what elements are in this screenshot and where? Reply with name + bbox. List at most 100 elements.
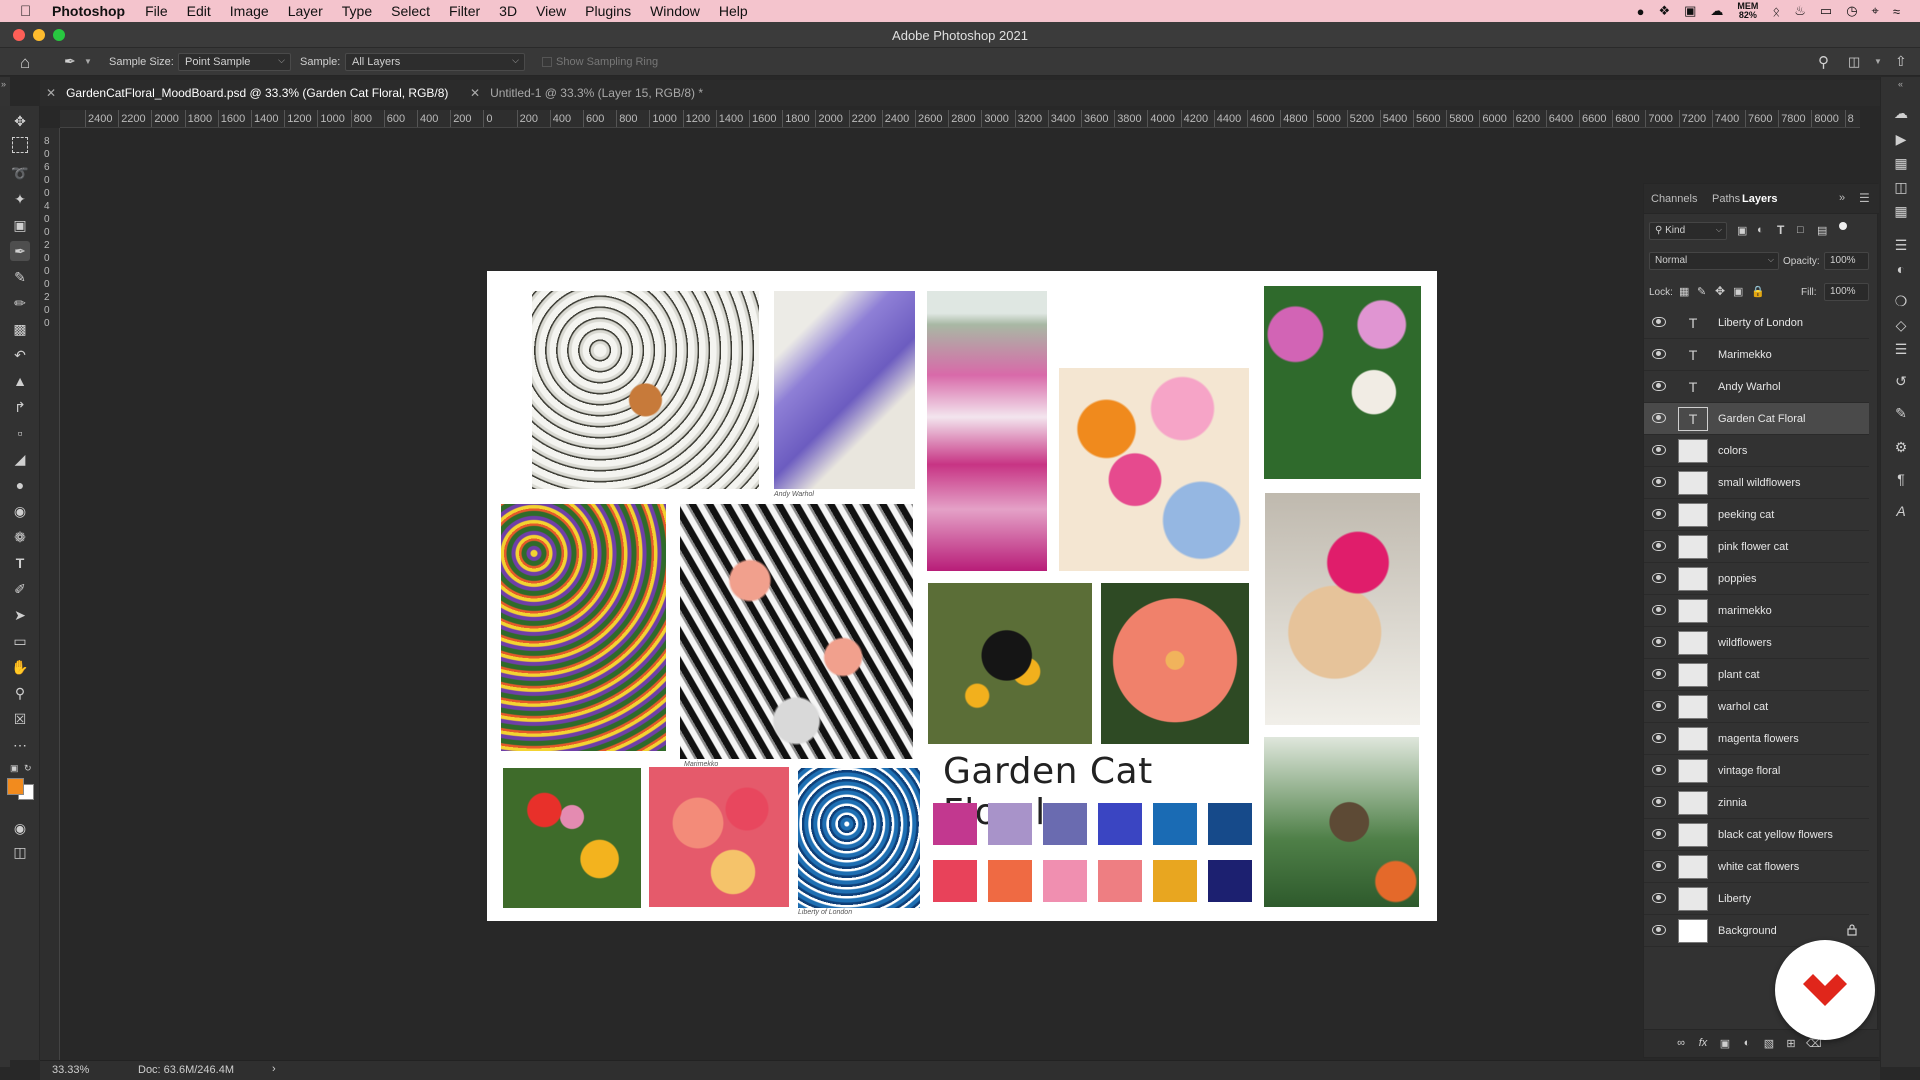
sampling-ring-checkbox[interactable] [542, 57, 552, 67]
actions-play-icon[interactable]: ▶ [1891, 129, 1911, 149]
visibility-eye-icon[interactable] [1652, 477, 1666, 487]
zoom-tool-icon[interactable]: ⚲ [10, 683, 30, 703]
fx-icon[interactable]: fx [1696, 1037, 1710, 1051]
character-icon[interactable]: A [1891, 501, 1911, 521]
wifi-icon[interactable]: ≈ [1893, 4, 1900, 19]
display-icon[interactable]: ▣ [1684, 3, 1696, 19]
sponge-tool-icon[interactable]: ❁ [10, 527, 30, 547]
lock-pixels-icon[interactable]: ✎ [1697, 285, 1706, 298]
patterns-icon[interactable]: ▦ [1891, 201, 1911, 221]
close-tab-icon[interactable]: ✕ [470, 86, 480, 100]
layer-row[interactable]: peeking cat [1644, 499, 1869, 531]
move-tool-icon[interactable]: ✥ [10, 111, 30, 131]
tab-untitled[interactable]: ✕ Untitled-1 @ 33.3% (Layer 15, RGB/8) * [470, 80, 703, 106]
menu-filter[interactable]: Filter [449, 3, 480, 19]
brush-settings-icon[interactable]: ✎ [1891, 403, 1911, 423]
cloud-icon[interactable]: ☁ [1710, 3, 1723, 19]
visibility-eye-icon[interactable] [1652, 893, 1666, 903]
menu-select[interactable]: Select [391, 3, 430, 19]
lock-artboard-icon[interactable]: ▣ [1733, 285, 1743, 298]
swatches-icon[interactable]: ▦ [1891, 153, 1911, 173]
layer-row[interactable]: colors [1644, 435, 1869, 467]
lasso-tool-icon[interactable]: ➰ [10, 163, 30, 183]
menu-image[interactable]: Image [230, 3, 269, 19]
pen-tool-icon[interactable]: ✐ [10, 579, 30, 599]
visibility-eye-icon[interactable] [1652, 669, 1666, 679]
path-selection-tool-icon[interactable]: ➤ [10, 605, 30, 625]
crop-tool-icon[interactable]: ▣ [10, 215, 30, 235]
styles-icon[interactable]: ◐ [1891, 259, 1911, 279]
foreground-color-swatch[interactable] [7, 778, 24, 795]
network-icon[interactable]: ⌖ [1872, 3, 1879, 19]
document-canvas[interactable]: Andy Warhol Marimekko Liberty of London … [487, 271, 1437, 921]
menu-window[interactable]: Window [650, 3, 700, 19]
filter-toggle-icon[interactable] [1839, 222, 1847, 230]
properties-icon[interactable]: ⚙ [1891, 437, 1911, 457]
eyedropper-tool-icon[interactable]: ✒ [10, 241, 30, 261]
layer-row[interactable]: small wildflowers [1644, 467, 1869, 499]
default-colors-icon[interactable]: ▣ [10, 763, 19, 774]
layer-row[interactable]: vintage floral [1644, 755, 1869, 787]
layer-row[interactable]: marimekko [1644, 595, 1869, 627]
visibility-eye-icon[interactable] [1652, 573, 1666, 583]
more-tools-icon[interactable]: ⋯ [10, 735, 30, 755]
workspace-chevron-icon[interactable]: ▼ [1874, 57, 1882, 66]
new-group-icon[interactable]: ▧ [1762, 1037, 1776, 1051]
workspace-icon[interactable]: ◫ [1848, 54, 1860, 70]
type-tool-icon[interactable]: T [10, 553, 30, 573]
layer-row[interactable]: plant cat [1644, 659, 1869, 691]
menu-view[interactable]: View [536, 3, 566, 19]
apple-menu-icon[interactable]:  [20, 3, 38, 20]
dodge-tool-icon[interactable]: ◉ [10, 501, 30, 521]
home-icon[interactable]: ⌂ [20, 53, 30, 73]
layer-row[interactable]: T Marimekko [1644, 339, 1869, 371]
clone-stamp-tool-icon[interactable]: ▩ [10, 319, 30, 339]
visibility-eye-icon[interactable] [1652, 445, 1666, 455]
hand-tool-icon[interactable]: ✋ [10, 657, 30, 677]
layer-row[interactable]: zinnia [1644, 787, 1869, 819]
menu-edit[interactable]: Edit [187, 3, 211, 19]
close-tab-icon[interactable]: ✕ [46, 86, 56, 100]
flame-icon[interactable]: ♨ [1794, 3, 1806, 19]
eyedropper-icon[interactable]: ✒ [64, 53, 76, 70]
lock-transparent-icon[interactable]: ▦ [1679, 285, 1689, 298]
brush-tool-icon[interactable]: ✏ [10, 293, 30, 313]
channels-icon[interactable]: ❍ [1891, 291, 1911, 311]
status-menu-chevron-icon[interactable]: › [272, 1063, 276, 1075]
tab-moodboard[interactable]: ✕ GardenCatFloral_MoodBoard.psd @ 33.3% (… [46, 80, 448, 106]
dropbox-icon[interactable]: ❖ [1658, 3, 1670, 19]
menu-help[interactable]: Help [719, 3, 748, 19]
swap-colors-icon[interactable]: ↻ [24, 763, 32, 774]
quick-mask-icon[interactable]: ◉ [10, 818, 30, 838]
visibility-eye-icon[interactable] [1652, 701, 1666, 711]
menu-type[interactable]: Type [342, 3, 372, 19]
gradients-icon[interactable]: ◫ [1891, 177, 1911, 197]
layer-row[interactable]: wildflowers [1644, 627, 1869, 659]
visibility-eye-icon[interactable] [1652, 541, 1666, 551]
zoom-level[interactable]: 33.33% [52, 1064, 89, 1076]
panel-menu-icon[interactable]: ☰ [1859, 191, 1870, 205]
visibility-eye-icon[interactable] [1652, 381, 1666, 391]
time-machine-icon[interactable]: ◷ [1846, 3, 1857, 19]
art-history-brush-icon[interactable]: ↱ [10, 397, 30, 417]
search-icon[interactable]: ⚲ [1818, 53, 1829, 71]
layer-row[interactable]: pink flower cat [1644, 531, 1869, 563]
frame-tool-icon[interactable]: ☒ [10, 709, 30, 729]
filter-type-icon[interactable]: T [1777, 223, 1784, 237]
layer-row[interactable]: poppies [1644, 563, 1869, 595]
visibility-eye-icon[interactable] [1652, 861, 1666, 871]
layers-icon[interactable]: ☰ [1891, 339, 1911, 359]
paragraph-icon[interactable]: ¶ [1891, 469, 1911, 489]
layer-row[interactable]: T Andy Warhol [1644, 371, 1869, 403]
adjustment-layer-icon[interactable]: ◐ [1740, 1037, 1754, 1051]
visibility-eye-icon[interactable] [1652, 765, 1666, 775]
visibility-eye-icon[interactable] [1652, 829, 1666, 839]
filter-pixel-icon[interactable]: ▣ [1737, 224, 1747, 237]
healing-brush-tool-icon[interactable]: ✎ [10, 267, 30, 287]
magic-wand-tool-icon[interactable]: ✦ [10, 189, 30, 209]
visibility-eye-icon[interactable] [1652, 637, 1666, 647]
menu-file[interactable]: File [145, 3, 168, 19]
tab-layers[interactable]: Layers [1742, 193, 1777, 205]
collapse-panels-icon[interactable]: « [1898, 79, 1903, 89]
opacity-field[interactable]: 100% [1824, 252, 1869, 270]
